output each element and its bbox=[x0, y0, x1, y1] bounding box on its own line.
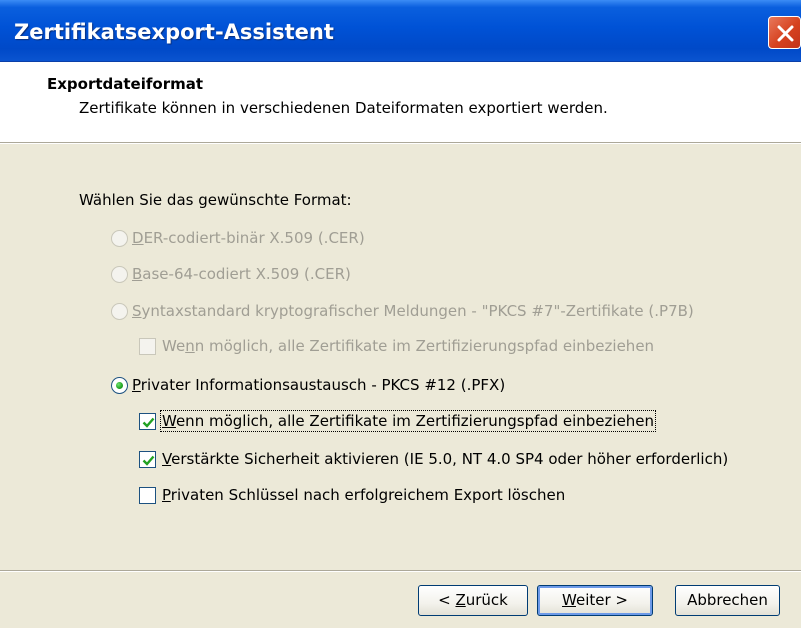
header-divider bbox=[0, 142, 801, 144]
format-prompt: Wählen Sie das gewünschte Format: bbox=[79, 191, 352, 209]
checkbox-pfx-include-chain[interactable] bbox=[139, 413, 156, 430]
cancel-button[interactable]: Abbrechen bbox=[675, 585, 780, 616]
checkbox-delete-private-key[interactable] bbox=[139, 487, 156, 504]
checkbox-p7b-include-chain-label: Wenn möglich, alle Zertifikate im Zertif… bbox=[162, 337, 655, 355]
radio-pfx-label: Privater Informationsaustausch - PKCS #1… bbox=[132, 376, 506, 394]
radio-selected-dot bbox=[116, 382, 123, 389]
checkbox-p7b-include-chain[interactable] bbox=[139, 338, 156, 355]
checkmark-icon bbox=[142, 455, 155, 466]
radio-pfx[interactable] bbox=[111, 377, 128, 394]
checkbox-strong-protection-label: Verstärkte Sicherheit aktivieren (IE 5.0… bbox=[162, 450, 729, 468]
close-icon bbox=[777, 25, 794, 42]
checkbox-delete-private-key-label: Privaten Schlüssel nach erfolgreichem Ex… bbox=[162, 486, 566, 504]
page-title: Exportdateiformat bbox=[47, 75, 204, 93]
back-button[interactable]: < Zurück bbox=[418, 585, 528, 616]
page-subtitle: Zertifikate können in verschiedenen Date… bbox=[79, 99, 608, 117]
checkmark-icon bbox=[142, 417, 155, 428]
radio-base64[interactable] bbox=[111, 266, 128, 283]
title-bar[interactable]: Zertifikatsexport-Assistent bbox=[0, 0, 801, 62]
radio-base64-label: Base-64-codiert X.509 (.CER) bbox=[132, 265, 351, 283]
radio-der[interactable] bbox=[111, 230, 128, 247]
radio-der-label: DER-codiert-binär X.509 (.CER) bbox=[132, 229, 365, 247]
close-button[interactable] bbox=[768, 16, 801, 49]
window-title: Zertifikatsexport-Assistent bbox=[14, 20, 334, 44]
checkbox-strong-protection[interactable] bbox=[139, 451, 156, 468]
radio-pkcs7[interactable] bbox=[111, 303, 128, 320]
checkbox-pfx-include-chain-label: Wenn möglich, alle Zertifikate im Zertif… bbox=[159, 410, 657, 432]
wizard-header: Exportdateiformat Zertifikate können in … bbox=[0, 62, 801, 142]
radio-pkcs7-label: Syntaxstandard kryptografischer Meldunge… bbox=[132, 302, 694, 320]
next-button[interactable]: Weiter > bbox=[537, 585, 653, 616]
footer-divider bbox=[0, 570, 801, 572]
